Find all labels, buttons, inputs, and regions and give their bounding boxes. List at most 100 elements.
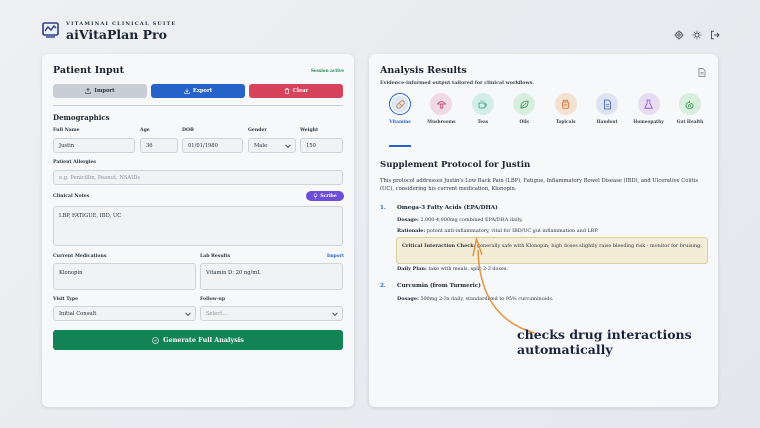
lab-import-link[interactable]: Import bbox=[327, 254, 344, 259]
logout-icon[interactable] bbox=[710, 25, 720, 40]
chevron-down-icon bbox=[285, 141, 291, 148]
tab-topicals[interactable]: Topicals bbox=[546, 93, 586, 125]
gender-label: Gender bbox=[248, 128, 267, 133]
medications-label: Current Medications bbox=[53, 254, 107, 259]
supplement-title: Curcumin (from Turmeric) bbox=[397, 283, 481, 289]
generate-label: Generate Full Analysis bbox=[163, 336, 244, 344]
full-name-label: Full Name bbox=[53, 128, 80, 133]
microphone-icon bbox=[313, 193, 318, 199]
age-label: Age bbox=[140, 128, 150, 133]
weight-label: Weight bbox=[300, 128, 319, 133]
tab-label: Mushrooms bbox=[427, 120, 456, 125]
upload-icon bbox=[85, 88, 92, 94]
download-icon bbox=[184, 88, 190, 94]
rationale-line: Rationale: potent anti-inflammatory, vit… bbox=[397, 228, 598, 234]
tab-oils[interactable]: Oils bbox=[504, 93, 544, 125]
patient-input-title: Patient Input bbox=[53, 65, 124, 76]
tab-mushrooms[interactable]: Mushrooms bbox=[421, 93, 461, 125]
session-status: Session active bbox=[310, 68, 344, 73]
app-header: VITAMINAI CLINICAL SUITE aiVitaPlan Pro bbox=[42, 18, 722, 48]
full-name-field[interactable]: Justin bbox=[53, 138, 135, 153]
flask-icon bbox=[637, 93, 660, 115]
import-button[interactable]: Import bbox=[53, 84, 147, 98]
protocol-intro: This protocol addresses Justin's Low Bac… bbox=[380, 178, 699, 192]
allergies-label: Patient Allergies bbox=[53, 160, 97, 165]
tab-label: Handout bbox=[596, 120, 618, 125]
chevron-down-icon bbox=[332, 309, 338, 316]
app-title: aiVitaPlan Pro bbox=[66, 27, 167, 42]
visit-type-label: Visit Type bbox=[53, 297, 78, 302]
scribe-button[interactable]: Scribe bbox=[306, 191, 344, 201]
tab-label: Oils bbox=[519, 120, 529, 125]
trash-icon bbox=[284, 88, 289, 94]
document-icon bbox=[596, 93, 619, 115]
item-number: 1. bbox=[380, 205, 386, 211]
tab-vitamins[interactable]: Vitamins bbox=[380, 93, 420, 125]
tab-gut-health[interactable]: Gut Health bbox=[670, 93, 710, 125]
chevron-down-icon bbox=[185, 309, 191, 316]
dosage-text: 500mg 2-3x daily, standardized to 95% cu… bbox=[420, 296, 554, 302]
supplement-title: Omega-3 Fatty Acids (EPA/DHA) bbox=[397, 205, 498, 211]
age-field[interactable]: 36 bbox=[140, 138, 178, 153]
generate-analysis-button[interactable]: Generate Full Analysis bbox=[53, 330, 343, 350]
leaf-icon bbox=[513, 93, 536, 115]
tab-teas[interactable]: Teas bbox=[463, 93, 503, 125]
follow-up-select[interactable]: Select... bbox=[200, 306, 343, 321]
clinical-notes-label: Clinical Notes bbox=[53, 194, 90, 199]
document-icon[interactable] bbox=[698, 68, 706, 77]
import-button-label: Import bbox=[94, 88, 115, 94]
clear-button[interactable]: Clear bbox=[249, 84, 343, 98]
sun-icon[interactable] bbox=[692, 25, 702, 40]
mushroom-icon bbox=[430, 93, 453, 115]
divider bbox=[53, 105, 343, 106]
rationale-text: potent anti-inflammatory, vital for IBD/… bbox=[426, 228, 599, 234]
critical-label: Critical Interaction Check: bbox=[402, 243, 476, 249]
follow-up-placeholder: Select... bbox=[206, 310, 228, 317]
export-button[interactable]: Export bbox=[151, 84, 245, 98]
rationale-label: Rationale: bbox=[397, 228, 426, 234]
tab-label: Homeopathy bbox=[633, 120, 664, 125]
gear-icon[interactable] bbox=[674, 25, 684, 40]
lab-results-label: Lab Results bbox=[200, 254, 231, 259]
scribe-label: Scribe bbox=[320, 193, 337, 199]
lab-results-field[interactable]: Vitamin D: 20 ng/mL bbox=[200, 263, 343, 290]
play-circle-icon bbox=[152, 336, 159, 344]
medications-field[interactable]: Klonopin bbox=[53, 263, 196, 290]
interaction-callout: Critical Interaction Check: generally sa… bbox=[396, 237, 708, 264]
dob-field[interactable]: 01/01/1980 bbox=[182, 138, 243, 153]
patient-input-card: Patient Input Session active Import Expo… bbox=[42, 54, 354, 407]
weight-field[interactable]: 150 bbox=[300, 138, 343, 153]
dosage-label: Dosage: bbox=[397, 296, 419, 302]
analysis-subtitle: Evidence-informed output tailored for cl… bbox=[380, 80, 534, 86]
plan-label: Daily Plan: bbox=[397, 266, 427, 272]
plan-text: take with meals, split 2-3 doses. bbox=[428, 266, 508, 272]
visit-type-value: Initial Consult bbox=[59, 310, 97, 317]
pill-icon bbox=[389, 93, 411, 115]
allergies-field[interactable]: e.g. Penicillin, Peanut, NSAIDs bbox=[53, 170, 343, 185]
tab-label: Topicals bbox=[555, 120, 576, 125]
item-number: 2. bbox=[380, 283, 386, 289]
demographics-heading: Demographics bbox=[53, 113, 110, 122]
category-tabs: Vitamins Mushrooms Teas Oils Topicals Ha… bbox=[380, 93, 710, 125]
dosage-text: 2,000-4,000mg combined EPA/DHA daily. bbox=[420, 217, 523, 223]
active-tab-indicator bbox=[389, 145, 411, 147]
tea-icon bbox=[471, 93, 494, 115]
tab-label: Gut Health bbox=[676, 120, 704, 125]
annotation-text: checks drug interactions automatically bbox=[517, 327, 692, 357]
clinical-notes-field[interactable]: LBP, FATIGUE, IBD, UC bbox=[53, 206, 343, 246]
follow-up-label: Follow-up bbox=[200, 297, 226, 302]
logo-icon bbox=[42, 22, 59, 38]
tab-homeopathy[interactable]: Homeopathy bbox=[629, 93, 669, 125]
clear-button-label: Clear bbox=[292, 88, 309, 94]
tab-label: Teas bbox=[477, 120, 489, 125]
visit-type-select[interactable]: Initial Consult bbox=[53, 306, 196, 321]
gender-select[interactable]: Male bbox=[248, 138, 296, 153]
gender-value: Male bbox=[254, 142, 268, 149]
analysis-title: Analysis Results bbox=[380, 65, 467, 76]
tab-label: Vitamins bbox=[389, 120, 411, 125]
tab-handout[interactable]: Handout bbox=[587, 93, 627, 125]
dosage-line: Dosage: 500mg 2-3x daily, standardized t… bbox=[397, 296, 553, 302]
protocol-title: Supplement Protocol for Justin bbox=[380, 160, 531, 170]
critical-text: generally safe with Klonopin; high doses… bbox=[477, 243, 702, 249]
dob-label: DOB bbox=[182, 128, 194, 133]
